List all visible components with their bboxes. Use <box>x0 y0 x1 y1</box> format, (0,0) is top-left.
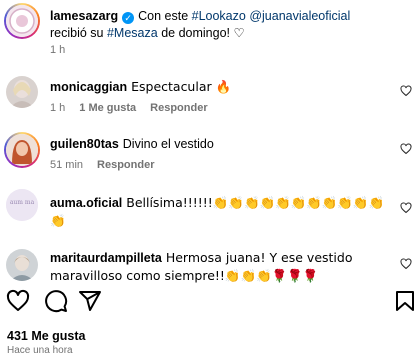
heart-icon[interactable] <box>400 202 412 214</box>
caption-heart: ♡ <box>233 26 245 40</box>
comment-likes[interactable]: 1 Me gusta <box>79 102 136 114</box>
comment-username[interactable]: guilen80tas <box>50 137 119 151</box>
verified-badge-icon: ✓ <box>122 12 135 24</box>
caption-text: de domingo! <box>157 26 234 40</box>
post-author-username[interactable]: lamesazarg <box>50 9 118 23</box>
avatar[interactable] <box>6 249 38 281</box>
heart-icon[interactable] <box>400 258 412 270</box>
post-author-avatar <box>6 5 38 37</box>
comment-icon[interactable] <box>44 289 68 313</box>
heart-icon[interactable] <box>400 85 412 97</box>
likes-count[interactable]: 431 Me gusta <box>7 329 86 343</box>
post-time: 1 h <box>50 44 66 56</box>
caption-text: recibió su <box>50 26 107 40</box>
comment-username[interactable]: auma.oficial <box>50 196 122 210</box>
heart-icon[interactable] <box>6 289 30 313</box>
comment-username[interactable]: monicaggian <box>50 80 127 94</box>
hashtag-link[interactable]: #Lookazo <box>192 9 246 23</box>
comment-time: 1 h <box>50 102 66 114</box>
caption-text: Con este <box>138 9 192 23</box>
share-icon[interactable] <box>78 289 102 313</box>
reply-button[interactable]: Responder <box>97 159 154 171</box>
comment-text: Espectacular 🔥 <box>131 79 232 94</box>
mention-link[interactable]: @juanavialeoficial <box>249 9 350 23</box>
comment-username[interactable]: maritaurdampilleta <box>50 251 162 265</box>
post-author-avatar-ring[interactable] <box>4 3 40 39</box>
avatar-ring[interactable] <box>4 132 40 168</box>
avatar-text: aum ma <box>10 199 35 206</box>
comment-text: Divino el vestido <box>122 137 214 151</box>
bookmark-icon[interactable] <box>393 289 417 313</box>
avatar <box>6 134 38 166</box>
reply-button[interactable]: Responder <box>150 102 207 114</box>
hashtag-link[interactable]: #Mesaza <box>107 26 158 40</box>
post-timestamp: Hace una hora <box>7 345 73 354</box>
avatar[interactable] <box>6 76 38 108</box>
action-bar <box>0 289 420 317</box>
heart-icon[interactable] <box>400 143 412 155</box>
avatar[interactable]: aum ma <box>6 189 38 221</box>
comment-time: 51 min <box>50 159 84 171</box>
